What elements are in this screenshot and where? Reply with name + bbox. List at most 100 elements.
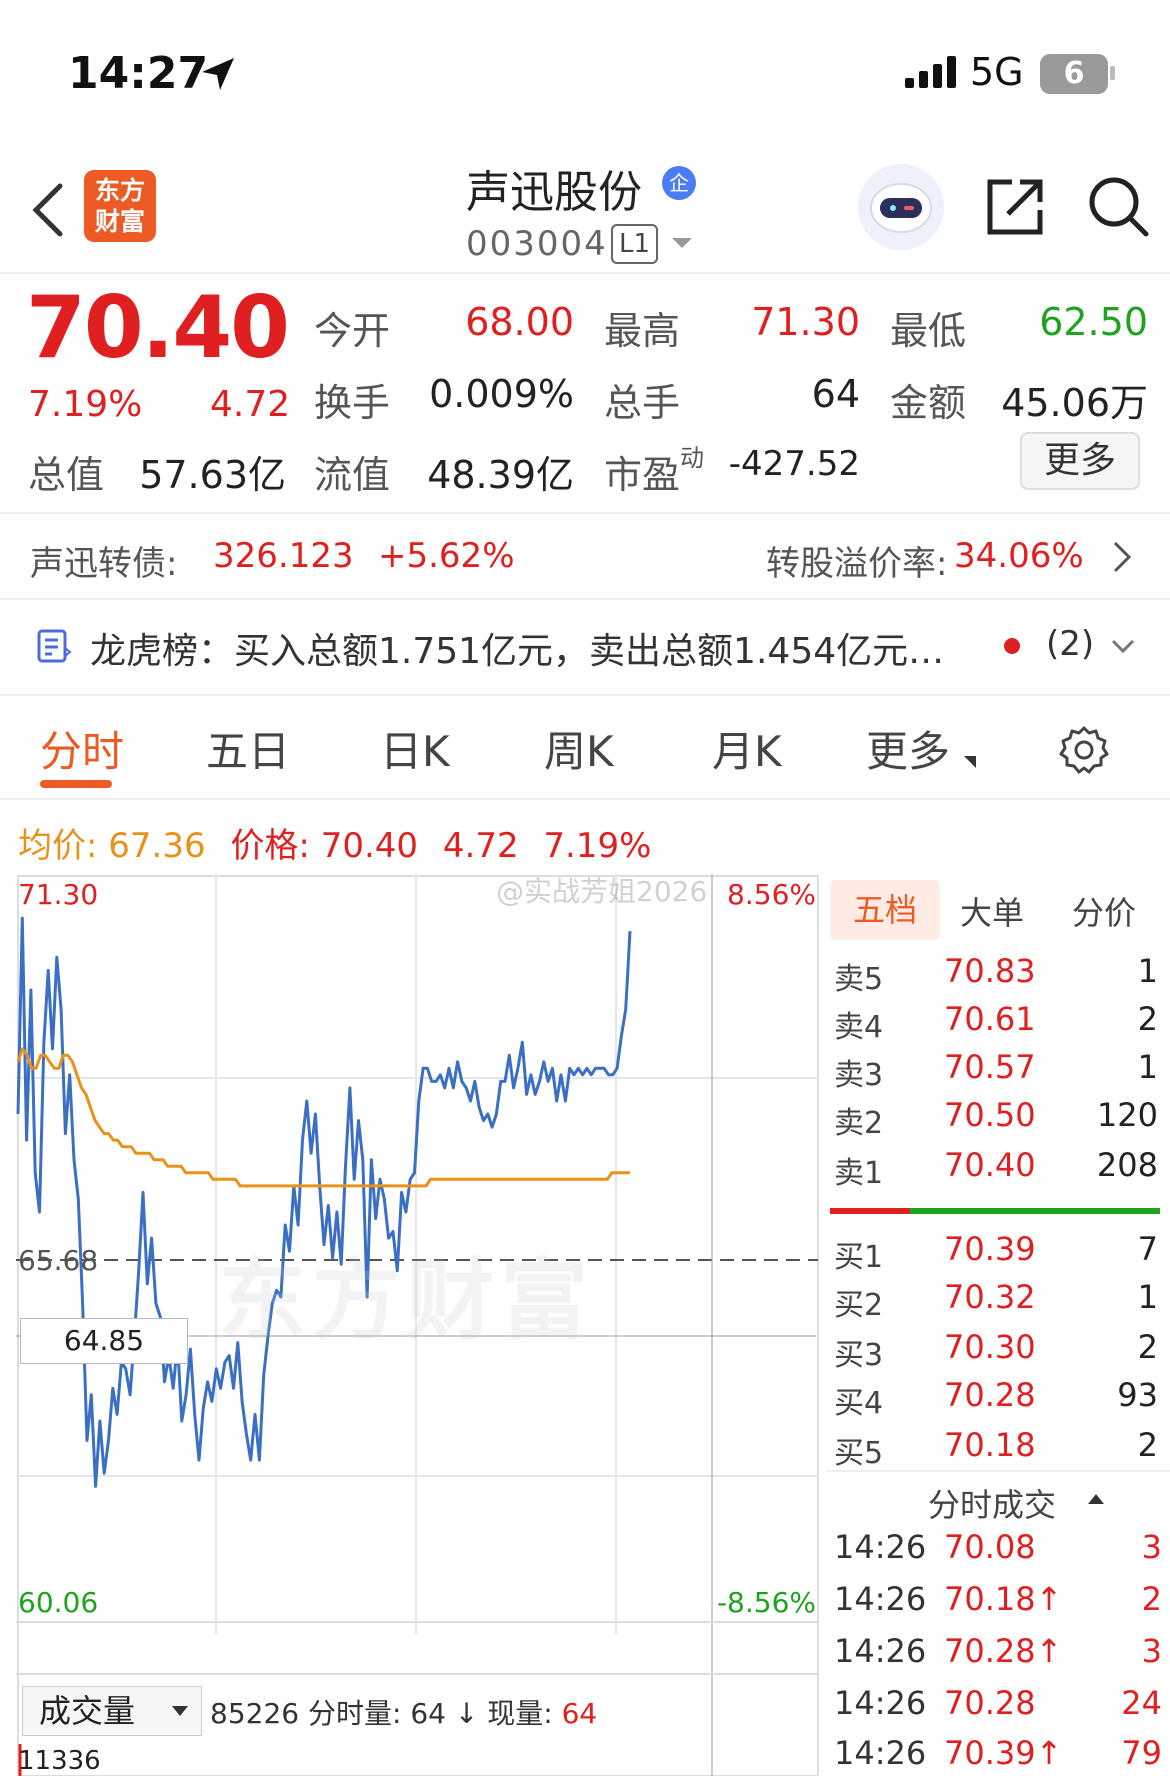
background-watermark: 东方财富 bbox=[218, 1249, 595, 1352]
tick-time: 14:26 bbox=[834, 1580, 927, 1618]
change-value: 4.72 bbox=[442, 826, 519, 866]
price-line bbox=[16, 916, 632, 1488]
tab-more[interactable]: 更多 bbox=[866, 718, 950, 779]
tab-daily-k[interactable]: 日K bbox=[380, 718, 450, 779]
bond-label: 声迅转债: bbox=[30, 544, 178, 584]
bid-volume: 1 bbox=[1137, 1278, 1158, 1316]
ask-price: 70.50 bbox=[944, 1096, 1036, 1134]
chevron-down-icon[interactable] bbox=[1110, 638, 1136, 654]
ask-price: 70.61 bbox=[944, 1000, 1036, 1038]
bond-change: +5.62% bbox=[378, 536, 515, 576]
tick-price: 70.18↑ bbox=[944, 1580, 1063, 1618]
float-cap-label: 流值 bbox=[314, 453, 391, 497]
chevron-up-icon[interactable] bbox=[1088, 1494, 1104, 1504]
tab-price-distribution[interactable]: 分价 bbox=[1072, 888, 1136, 934]
back-chevron-icon[interactable] bbox=[30, 182, 66, 238]
ask-volume: 2 bbox=[1137, 1000, 1158, 1038]
bid-label: 买3 bbox=[834, 1338, 884, 1373]
share-icon[interactable] bbox=[984, 176, 1046, 238]
gear-icon[interactable] bbox=[1058, 724, 1110, 776]
y-axis-top: 71.30 bbox=[18, 878, 98, 911]
tick-price: 70.28 bbox=[944, 1684, 1036, 1722]
avg-price-label: 均价: bbox=[18, 826, 98, 866]
float-cap-value: 48.39亿 bbox=[427, 453, 574, 497]
document-icon bbox=[37, 629, 72, 663]
crosshair-value: 64.85 bbox=[20, 1318, 188, 1364]
user-watermark: @实战芳姐2026 bbox=[496, 875, 708, 908]
turnover-value: 0.009% bbox=[429, 372, 574, 416]
price-value: 70.40 bbox=[320, 826, 419, 866]
bid-label: 买2 bbox=[834, 1288, 884, 1323]
buy-ratio-bar bbox=[910, 1208, 1160, 1214]
divider bbox=[826, 1470, 1170, 1472]
battery-icon: 6 bbox=[1040, 54, 1108, 94]
tick-time: 14:26 bbox=[834, 1734, 927, 1772]
volume-info-row: 85226 分时量: 64 ↓ 现量: 64 bbox=[210, 1692, 597, 1732]
divider bbox=[0, 694, 1170, 696]
ask-volume: 1 bbox=[1137, 952, 1158, 990]
tick-volume: 79 bbox=[1121, 1734, 1162, 1772]
bid-label: 买5 bbox=[834, 1436, 884, 1471]
change-pct-value: 7.19% bbox=[543, 826, 652, 866]
high-value: 71.30 bbox=[751, 300, 860, 344]
volume-value: 64 bbox=[811, 372, 860, 416]
active-tab-indicator bbox=[40, 780, 112, 788]
tick-time: 14:26 bbox=[834, 1632, 927, 1670]
ask-label: 卖3 bbox=[834, 1058, 884, 1093]
network-type: 5G bbox=[970, 50, 1024, 94]
enterprise-badge-icon: 企 bbox=[662, 166, 696, 200]
chevron-down-icon bbox=[172, 1706, 188, 1716]
location-arrow-icon bbox=[202, 58, 234, 90]
dropdown-caret-icon bbox=[964, 756, 976, 768]
level-badge: L1 bbox=[611, 224, 659, 264]
search-icon[interactable] bbox=[1086, 174, 1150, 238]
bid-volume: 93 bbox=[1117, 1376, 1158, 1414]
eastmoney-logo[interactable]: 东方财富 bbox=[84, 170, 156, 242]
tick-volume: 3 bbox=[1141, 1528, 1162, 1566]
tab-weekly-k[interactable]: 周K bbox=[544, 718, 614, 779]
premium-label: 转股溢价率: bbox=[766, 544, 948, 584]
high-label: 最高 bbox=[604, 309, 681, 353]
turnover-label: 换手 bbox=[314, 381, 391, 425]
amount-label: 金额 bbox=[890, 381, 967, 425]
dragon-tiger-summary[interactable]: 龙虎榜：买入总额1.751亿元，卖出总额1.454亿元… bbox=[90, 622, 944, 674]
tick-price: 70.28↑ bbox=[944, 1632, 1063, 1670]
divider bbox=[0, 598, 1170, 600]
fenshi-volume: 分时量: 64 bbox=[307, 1697, 446, 1730]
open-label: 今开 bbox=[314, 309, 391, 353]
assistant-robot-icon[interactable] bbox=[858, 164, 944, 250]
tab-fenshi[interactable]: 分时 bbox=[40, 718, 124, 779]
last-price: 70.40 bbox=[26, 278, 290, 378]
chevron-right-icon[interactable] bbox=[1112, 540, 1132, 574]
tick-volume: 3 bbox=[1141, 1632, 1162, 1670]
tab-monthly-k[interactable]: 月K bbox=[712, 718, 782, 779]
pe-superscript: 动 bbox=[680, 444, 704, 472]
now-volume-value: 64 bbox=[561, 1697, 598, 1730]
bid-price: 70.32 bbox=[944, 1278, 1036, 1316]
tick-volume: 2 bbox=[1141, 1580, 1162, 1618]
premium-value: 34.06% bbox=[954, 536, 1084, 576]
more-button[interactable]: 更多 bbox=[1020, 432, 1140, 490]
chevron-down-icon[interactable] bbox=[672, 238, 692, 248]
bid-price: 70.39 bbox=[944, 1230, 1036, 1268]
unread-dot bbox=[1004, 638, 1020, 654]
bid-price: 70.30 bbox=[944, 1328, 1036, 1366]
tick-time: 14:26 bbox=[834, 1684, 927, 1722]
pct-axis-bottom: -8.56% bbox=[717, 1586, 816, 1619]
ask-price: 70.83 bbox=[944, 952, 1036, 990]
stock-name: 声迅股份 bbox=[466, 167, 642, 218]
bid-label: 买4 bbox=[834, 1386, 884, 1421]
market-cap-label: 总值 bbox=[28, 453, 105, 497]
line-layer bbox=[16, 916, 632, 1488]
ask-price: 70.57 bbox=[944, 1048, 1036, 1086]
tab-big-orders[interactable]: 大单 bbox=[960, 888, 1024, 934]
tab-five-levels[interactable]: 五档 bbox=[830, 880, 940, 940]
battery-tip bbox=[1110, 66, 1115, 80]
status-time: 14:27 bbox=[68, 48, 209, 99]
pct-axis-top: 8.56% bbox=[727, 878, 816, 911]
tab-five-day[interactable]: 五日 bbox=[206, 718, 290, 779]
volume-total: 85226 bbox=[210, 1697, 300, 1730]
ask-label: 卖4 bbox=[834, 1010, 884, 1045]
ticks-header[interactable]: 分时成交 bbox=[928, 1480, 1056, 1526]
change-amount: 4.72 bbox=[210, 384, 291, 425]
